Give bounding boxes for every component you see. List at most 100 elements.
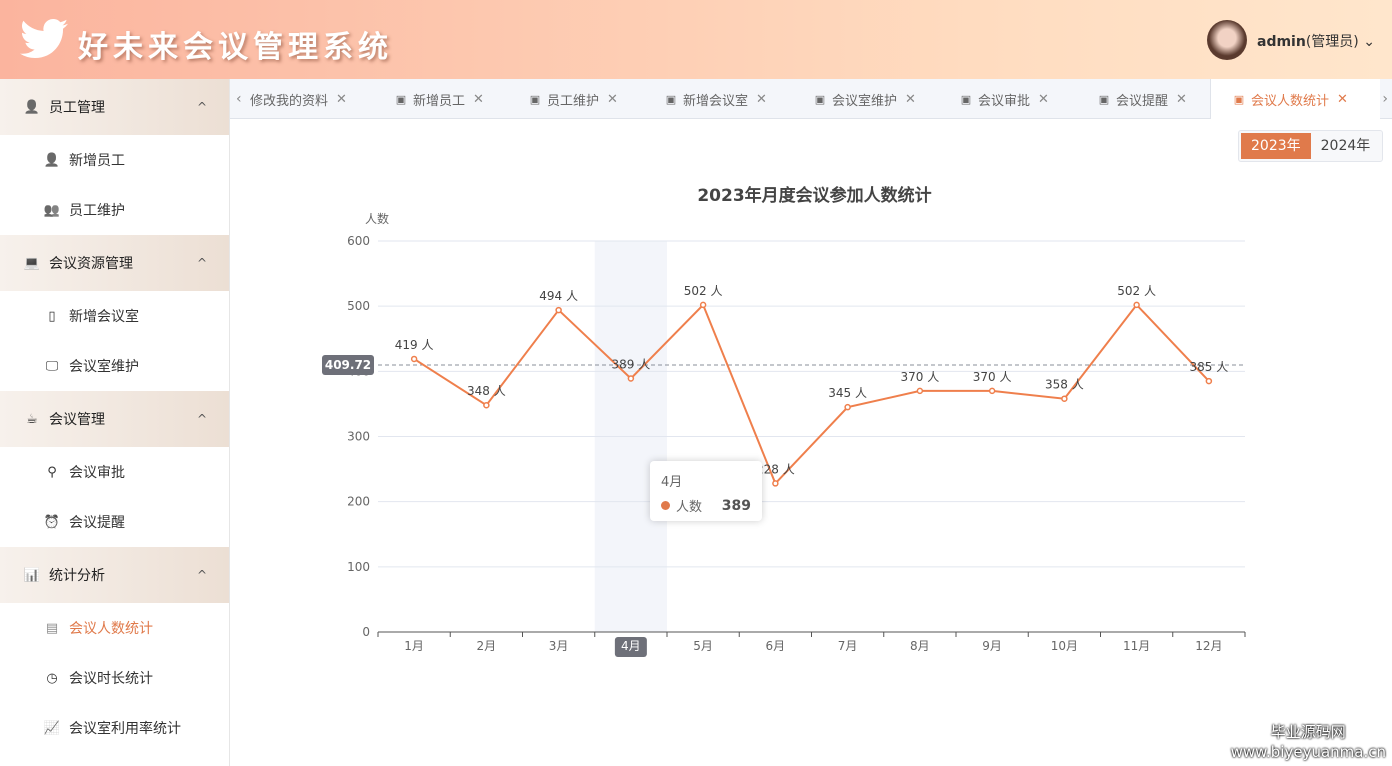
sidebar-item[interactable]: ▤ 会议人数统计 [0, 603, 229, 653]
tab[interactable]: ▣ 会议人数统计 ✕ [1210, 79, 1380, 119]
sidebar-item[interactable]: ▯ 新增会议室 [0, 291, 229, 341]
y-tick-label: 200 [347, 495, 370, 509]
tab-label: 会议人数统计 [1251, 93, 1330, 109]
bar-chart-icon: 📊 [23, 567, 41, 583]
data-point [627, 375, 635, 382]
series-line [413, 303, 1210, 486]
tab-scroll-right-icon[interactable]: › [1382, 91, 1388, 107]
user-list-icon: 👥 [43, 202, 61, 218]
average-label: 409.72 [325, 358, 371, 372]
data-point [916, 387, 924, 395]
tab[interactable]: ▣ 员工维护 ✕ [527, 79, 618, 119]
watermark: 毕业源码网 www.biyeyuanma.cn [1231, 722, 1386, 762]
tab-scroll-left-icon[interactable]: ‹ [236, 91, 242, 107]
tab[interactable]: ▣ 新增员工 ✕ [393, 79, 484, 119]
chevron-down-icon: ⌄ [1363, 34, 1375, 50]
sidebar-item-label: 会议时长统计 [69, 671, 153, 687]
x-tick-label: 4月 [621, 639, 641, 653]
x-tick-label: 2月 [477, 639, 497, 653]
tab[interactable]: ▣ 新增会议室 ✕ [663, 79, 767, 119]
sidebar-group[interactable]: 💻 会议资源管理 ^ [0, 235, 229, 291]
data-label: 370 人 [901, 370, 940, 384]
tab-icon: ▣ [665, 92, 677, 106]
data-label: 345 人 [828, 386, 867, 400]
sidebar-item[interactable]: ◷ 会议时长统计 [0, 653, 229, 703]
sidebar-group-label: 统计分析 [49, 568, 105, 584]
x-tick-label: 10月 [1051, 639, 1078, 653]
tooltip-series: 人数 [676, 500, 703, 515]
sidebar-item-label: 新增会议室 [69, 309, 139, 325]
x-tick-label: 12月 [1195, 639, 1222, 653]
data-label: 502 人 [684, 284, 723, 298]
data-point [1205, 377, 1213, 385]
tab-icon: ▣ [1233, 92, 1245, 106]
x-tick-label: 6月 [766, 639, 786, 653]
tab-icon: ▣ [529, 92, 541, 106]
tab-label: 员工维护 [547, 93, 600, 109]
chevron-up-icon: ^ [196, 412, 207, 426]
monitor-icon: 💻 [23, 255, 41, 271]
sidebar-item-label: 会议人数统计 [69, 621, 153, 637]
data-label: 419 人 [395, 338, 434, 352]
sidebar-item[interactable]: ⏰ 会议提醒 [0, 497, 229, 547]
close-icon[interactable]: ✕ [756, 92, 767, 107]
y-axis-label: 人数 [365, 211, 389, 226]
sidebar-group[interactable]: 👤 员工管理 ^ [0, 79, 229, 135]
tooltip-value: 389 [721, 497, 751, 514]
tab-label: 新增员工 [413, 93, 466, 109]
sidebar-item[interactable]: 🖵 会议室维护 [0, 341, 229, 391]
data-point [844, 403, 851, 411]
sidebar-item[interactable]: ⚲ 会议审批 [0, 447, 229, 497]
y-tick-label: 500 [347, 299, 370, 313]
user-role: (管理员) [1305, 34, 1359, 50]
close-icon[interactable]: ✕ [607, 92, 618, 107]
avatar[interactable] [1207, 20, 1247, 60]
sidebar-item-label: 会议提醒 [69, 515, 125, 531]
data-point [555, 306, 562, 314]
data-point [410, 355, 418, 363]
user-menu[interactable]: admin(管理员) ⌄ [1257, 31, 1375, 51]
watermark-line1: 毕业源码网 [1270, 723, 1346, 741]
sidebar-item-label: 新增员工 [69, 153, 125, 169]
tab-label: 新增会议室 [683, 93, 749, 109]
close-icon[interactable]: ✕ [1337, 92, 1348, 107]
close-icon[interactable]: ✕ [473, 92, 484, 107]
tab-bar: ‹ › 修改我的资料 ✕ ▣ 新增员工 ✕ ▣ 员工维护 ✕ ▣ 新增会议室 ✕ ▣ 会议室维护 ✕ ▣ 会议… [230, 79, 1392, 119]
watermark-line2: www.biyeyuanma.cn [1230, 743, 1386, 761]
stamp-icon: ⚲ [47, 464, 57, 480]
user-add-icon: 👤 [43, 152, 61, 168]
chevron-up-icon: ^ [196, 100, 207, 114]
tab[interactable]: 修改我的资料 ✕ [250, 79, 347, 119]
data-label: 385 人 [1190, 360, 1229, 374]
x-tick-label: 8月 [910, 639, 930, 653]
close-icon[interactable]: ✕ [1176, 92, 1187, 107]
data-point [988, 387, 996, 395]
close-icon[interactable]: ✕ [336, 92, 347, 107]
sidebar-group[interactable]: 📊 统计分析 ^ [0, 547, 229, 603]
y-tick-label: 300 [347, 430, 370, 444]
sidebar-group[interactable]: ☕ 会议管理 ^ [0, 391, 229, 447]
data-point [699, 301, 707, 309]
tab[interactable]: ▣ 会议室维护 ✕ [812, 79, 916, 119]
x-tick-label: 5月 [693, 639, 713, 653]
y-tick-label: 0 [362, 625, 370, 639]
tab-label: 会议审批 [978, 93, 1031, 109]
chevron-up-icon: ^ [196, 568, 207, 582]
sidebar-item[interactable]: 👤 新增员工 [0, 135, 229, 185]
sidebar-item-label: 会议室利用率统计 [69, 721, 181, 737]
data-point [1061, 395, 1068, 402]
close-icon[interactable]: ✕ [1038, 92, 1049, 107]
data-label: 389 人 [612, 358, 651, 372]
sidebar-item[interactable]: 📈 会议室利用率统计 [0, 703, 229, 753]
y-tick-label: 600 [347, 234, 370, 248]
x-tick-label: 3月 [549, 639, 569, 653]
tab[interactable]: ▣ 会议提醒 ✕ [1096, 79, 1187, 119]
line-chart: 01002003004005006001月2月3月4月5月6月7月8月9月10月… [322, 185, 1246, 657]
tab-icon: ▣ [1098, 92, 1110, 106]
close-icon[interactable]: ✕ [905, 92, 916, 107]
app-title: 好未来会议管理系统 [78, 30, 393, 65]
sidebar-group-label: 会议管理 [49, 412, 105, 428]
data-label: 502 人 [1117, 284, 1156, 298]
sidebar-item[interactable]: 👥 员工维护 [0, 185, 229, 235]
tab[interactable]: ▣ 会议审批 ✕ [958, 79, 1049, 119]
